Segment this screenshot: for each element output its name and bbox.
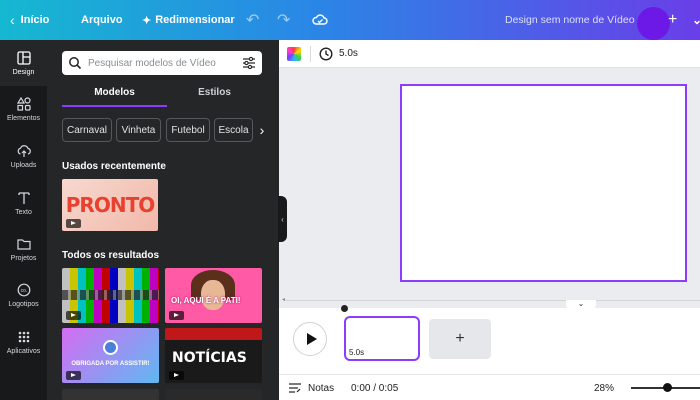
template-thumb[interactable] <box>165 389 262 400</box>
panel-tabs: Modelos Estilos <box>62 87 267 107</box>
search-icon <box>69 57 82 70</box>
rail-item-uploads[interactable]: Uploads <box>0 133 47 179</box>
rail-label: Uploads <box>10 161 37 169</box>
layout-icon <box>16 50 31 65</box>
template-thumb[interactable]: OBRIGADA POR ASSISTIR! <box>62 328 159 383</box>
undo-icon[interactable]: ↶ <box>246 0 259 40</box>
play-button[interactable] <box>293 322 327 356</box>
add-icon[interactable]: + <box>668 0 677 40</box>
left-rail: Design Elementos Uploads Texto Projetos … <box>0 40 47 400</box>
chip-carnaval[interactable]: Carnaval <box>62 118 112 142</box>
thumb-text: NOTÍCIAS <box>172 350 247 366</box>
results-section-title: Todos os resultados <box>62 250 160 261</box>
timeline: 5.0s + <box>279 305 700 374</box>
text-icon <box>17 191 30 204</box>
clip-duration: 5.0s <box>349 348 365 357</box>
logo-icon: co. <box>17 283 30 296</box>
notes-icon[interactable] <box>289 383 301 393</box>
template-thumb[interactable] <box>62 389 159 400</box>
home-button[interactable]: ‹ Início <box>10 0 49 40</box>
thumb-text: OI, AQUI É A PATI! <box>171 296 241 305</box>
apps-grid-icon <box>18 331 29 342</box>
home-label: Início <box>20 14 50 26</box>
video-icon <box>169 311 184 320</box>
rail-item-apps[interactable]: Aplicativos <box>0 319 47 365</box>
video-icon <box>66 371 81 380</box>
sparkle-icon: ✦ <box>142 14 152 27</box>
resize-label: Redimensionar <box>155 14 235 26</box>
folder-icon <box>16 238 31 250</box>
rail-item-logos[interactable]: co. Logotipos <box>0 272 47 318</box>
add-page-button[interactable]: + <box>429 319 491 359</box>
video-icon <box>66 219 81 228</box>
cloud-upload-icon <box>17 144 31 157</box>
search-box[interactable] <box>62 51 262 75</box>
design-title[interactable]: Design sem nome de Vídeo <box>505 0 635 40</box>
avatar[interactable] <box>637 7 670 40</box>
playback-time: 0:00 / 0:05 <box>351 383 399 394</box>
template-thumb[interactable]: OI, AQUI É A PATI! <box>165 268 262 323</box>
zoom-level[interactable]: 28% <box>594 383 614 394</box>
toolbar-divider <box>310 46 311 62</box>
search-input[interactable] <box>88 57 238 69</box>
rail-item-text[interactable]: Texto <box>0 180 47 226</box>
scroll-left-icon[interactable]: ◂ <box>282 296 285 303</box>
zoom-slider-knob[interactable] <box>663 383 672 392</box>
notes-button[interactable]: Notas <box>308 383 334 394</box>
chevron-right-icon[interactable]: › <box>254 118 270 142</box>
thumb-text: OBRIGADA POR ASSISTIR! <box>71 361 150 367</box>
video-icon <box>66 311 81 320</box>
video-icon <box>169 371 184 380</box>
chip-futebol[interactable]: Futebol <box>166 118 210 142</box>
color-picker-icon[interactable] <box>287 47 301 61</box>
rail-label: Logotipos <box>8 300 39 308</box>
panel-collapse-handle[interactable]: ‹ <box>278 196 287 242</box>
chip-vinheta[interactable]: Vinheta <box>116 118 161 142</box>
recent-section-title: Usados recentemente <box>62 161 166 172</box>
rail-label: Projetos <box>10 254 37 262</box>
rail-label: Design <box>12 68 35 76</box>
tab-templates[interactable]: Modelos <box>62 87 167 107</box>
templates-panel: Modelos Estilos Carnaval Vinheta Futebol… <box>47 40 279 400</box>
svg-text:co.: co. <box>20 288 27 294</box>
rail-item-elements[interactable]: Elementos <box>0 86 47 132</box>
chevron-left-icon: ‹ <box>10 12 15 28</box>
bottom-bar: Notas 0:00 / 0:05 28% <box>279 374 700 400</box>
recent-template-thumb[interactable]: PRONTO <box>62 179 158 231</box>
rail-label: Aplicativos <box>6 347 41 355</box>
top-bar: ‹ Início Arquivo ✦ Redimensionar ↶ ↷ Des… <box>0 0 700 40</box>
clock-icon[interactable] <box>319 47 333 61</box>
playhead-marker[interactable] <box>341 305 348 312</box>
rail-item-projects[interactable]: Projetos <box>0 226 47 272</box>
shapes-icon <box>16 96 31 111</box>
file-menu-button[interactable]: Arquivo <box>81 0 123 40</box>
design-canvas[interactable] <box>400 84 687 282</box>
rail-label: Texto <box>15 208 32 216</box>
horizontal-scrollbar[interactable] <box>285 300 700 301</box>
chevron-down-icon[interactable]: ⌄ <box>692 0 700 40</box>
rail-label: Elementos <box>6 114 41 122</box>
redo-icon[interactable]: ↷ <box>277 0 290 40</box>
chip-escola[interactable]: Escola <box>214 118 253 142</box>
filter-icon[interactable] <box>242 56 256 70</box>
tab-styles[interactable]: Estilos <box>167 87 262 107</box>
editor-toolbar: 5.0s <box>279 40 700 68</box>
category-chips: Carnaval Vinheta Futebol Escola › <box>62 118 272 142</box>
template-thumb[interactable] <box>62 268 159 323</box>
resize-button[interactable]: ✦ Redimensionar <box>142 0 235 40</box>
thumb-text: PRONTO <box>65 193 155 217</box>
page-duration[interactable]: 5.0s <box>339 48 358 59</box>
timeline-clip[interactable]: 5.0s <box>344 316 420 361</box>
cloud-save-icon[interactable] <box>312 0 328 40</box>
rail-item-design[interactable]: Design <box>0 40 47 86</box>
template-thumb[interactable]: NOTÍCIAS <box>165 328 262 383</box>
